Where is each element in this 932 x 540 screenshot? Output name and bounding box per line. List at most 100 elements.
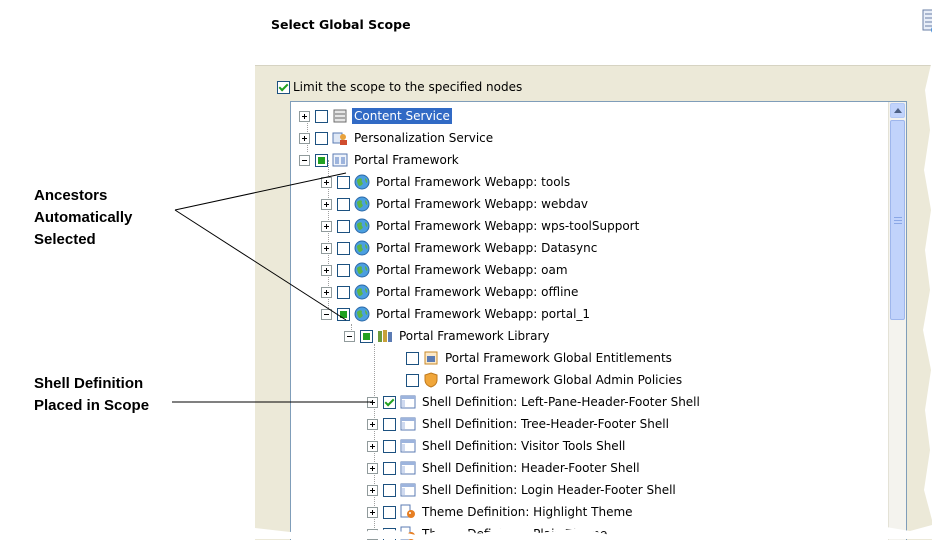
theme-icon <box>400 504 416 520</box>
tree-node-label[interactable]: Content Service <box>352 108 452 124</box>
node-checkbox[interactable] <box>383 462 396 475</box>
node-checkbox[interactable] <box>315 110 328 123</box>
personalization-icon <box>332 130 348 146</box>
node-checkbox[interactable] <box>337 264 350 277</box>
node-checkbox[interactable] <box>315 154 328 167</box>
page-title: Select Global Scope <box>271 17 411 32</box>
shield-icon <box>423 372 439 388</box>
tree-node-label[interactable]: Shell Definition: Header-Footer Shell <box>420 460 642 476</box>
collapse-icon[interactable] <box>321 309 332 320</box>
tree-node-label[interactable]: Shell Definition: Visitor Tools Shell <box>420 438 627 454</box>
node-checkbox[interactable] <box>337 242 350 255</box>
tree-node[interactable]: Shell Definition: Tree-Header-Footer She… <box>367 414 671 434</box>
tree-node-label[interactable]: Portal Framework Webapp: oam <box>374 262 570 278</box>
select-global-scope-panel: Select Global Scope Limit the scope to t… <box>255 0 932 539</box>
expand-icon[interactable] <box>367 529 378 540</box>
tree-node-label[interactable]: Portal Framework Global Admin Policies <box>443 372 684 388</box>
tree-node-label[interactable]: Personalization Service <box>352 130 495 146</box>
callout-ancestors-line-3: Selected <box>34 229 132 251</box>
node-checkbox[interactable] <box>406 374 419 387</box>
node-checkbox[interactable] <box>337 308 350 321</box>
expand-icon[interactable] <box>367 485 378 496</box>
tree-node-label[interactable]: Portal Framework Webapp: offline <box>374 284 580 300</box>
node-checkbox[interactable] <box>383 440 396 453</box>
tree-vertical-scrollbar[interactable] <box>888 102 906 540</box>
tree-node[interactable]: Theme Definition: Plain Theme <box>367 524 609 540</box>
collapse-icon[interactable] <box>299 155 310 166</box>
tree-node-label[interactable]: Portal Framework Webapp: wps-toolSupport <box>374 218 641 234</box>
node-checkbox[interactable] <box>383 506 396 519</box>
scope-tree[interactable]: Content Service Personalization Service Po… <box>290 101 907 540</box>
tree-node-label[interactable]: Portal Framework Webapp: Datasync <box>374 240 599 256</box>
tree-node[interactable]: Portal Framework Global Entitlements <box>390 348 674 368</box>
node-checkbox[interactable] <box>315 132 328 145</box>
tree-node[interactable]: Portal Framework Global Admin Policies <box>390 370 684 390</box>
node-checkbox[interactable] <box>406 352 419 365</box>
expand-icon[interactable] <box>367 397 378 408</box>
shell-icon <box>400 416 416 432</box>
tree-node-label[interactable]: Shell Definition: Tree-Header-Footer She… <box>420 416 671 432</box>
tree-node[interactable]: Shell Definition: Left-Pane-Header-Foote… <box>367 392 702 412</box>
globe-icon <box>354 240 370 256</box>
node-checkbox[interactable] <box>383 484 396 497</box>
scroll-thumb[interactable] <box>890 120 905 320</box>
tree-node-label[interactable]: Portal Framework Webapp: tools <box>374 174 572 190</box>
tree-node-label[interactable]: Portal Framework Global Entitlements <box>443 350 674 366</box>
expand-icon[interactable] <box>321 243 332 254</box>
tree-node-label[interactable]: Portal Framework Webapp: portal_1 <box>374 306 592 322</box>
tree-node[interactable]: Shell Definition: Login Header-Footer Sh… <box>367 480 678 500</box>
tree-node[interactable]: Personalization Service <box>299 128 495 148</box>
callout-ancestors-line-2: Automatically <box>34 207 132 229</box>
limit-scope-row[interactable]: Limit the scope to the specified nodes <box>277 80 522 94</box>
expand-icon[interactable] <box>367 419 378 430</box>
node-checkbox[interactable] <box>337 286 350 299</box>
expand-icon[interactable] <box>321 221 332 232</box>
node-checkbox[interactable] <box>383 396 396 409</box>
tree-node[interactable]: Portal Framework Webapp: portal_1 <box>321 304 592 324</box>
expand-icon[interactable] <box>367 463 378 474</box>
tree-node[interactable]: Portal Framework Library <box>344 326 552 346</box>
callout-shell-line-2: Placed in Scope <box>34 395 149 417</box>
tree-node[interactable]: Shell Definition: Header-Footer Shell <box>367 458 642 478</box>
node-checkbox[interactable] <box>337 176 350 189</box>
tree-node[interactable]: Shell Definition: Visitor Tools Shell <box>367 436 627 456</box>
node-checkbox[interactable] <box>383 418 396 431</box>
shell-icon <box>400 438 416 454</box>
callout-shell-line-1: Shell Definition <box>34 373 149 395</box>
node-checkbox[interactable] <box>337 198 350 211</box>
node-checkbox[interactable] <box>337 220 350 233</box>
node-checkbox[interactable] <box>360 330 373 343</box>
expand-icon[interactable] <box>321 199 332 210</box>
tree-node[interactable]: Portal Framework Webapp: oam <box>321 260 570 280</box>
tree-node-label[interactable]: Shell Definition: Login Header-Footer Sh… <box>420 482 678 498</box>
expand-icon[interactable] <box>321 287 332 298</box>
shell-icon <box>400 460 416 476</box>
expand-icon[interactable] <box>299 111 310 122</box>
expand-icon[interactable] <box>367 441 378 452</box>
tree-node-label[interactable]: Portal Framework <box>352 152 461 168</box>
expand-icon[interactable] <box>299 133 310 144</box>
tree-node-label[interactable]: Theme Definition: Plain Theme <box>420 526 609 540</box>
collapse-icon[interactable] <box>344 331 355 342</box>
scroll-up-button[interactable] <box>890 103 905 118</box>
tree-node[interactable]: Theme Definition: Highlight Theme <box>367 502 635 522</box>
expand-icon[interactable] <box>321 265 332 276</box>
tree-node[interactable]: Portal Framework <box>299 150 461 170</box>
tree-node[interactable]: Portal Framework Webapp: offline <box>321 282 580 302</box>
tree-node[interactable]: Portal Framework Webapp: wps-toolSupport <box>321 216 641 236</box>
limit-scope-checkbox[interactable] <box>277 81 290 94</box>
portal-framework-icon <box>332 152 348 168</box>
tree-node[interactable]: Content Service <box>299 106 452 126</box>
tree-node[interactable]: Portal Framework Webapp: webdav <box>321 194 590 214</box>
expand-icon[interactable] <box>321 177 332 188</box>
node-checkbox[interactable] <box>383 528 396 540</box>
tree-node-label[interactable]: Shell Definition: Left-Pane-Header-Foote… <box>420 394 702 410</box>
expand-icon[interactable] <box>367 507 378 518</box>
tree-node-label[interactable]: Portal Framework Webapp: webdav <box>374 196 590 212</box>
entitlements-icon <box>423 350 439 366</box>
tree-node[interactable]: Portal Framework Webapp: Datasync <box>321 238 599 258</box>
tree-node[interactable]: Portal Framework Webapp: tools <box>321 172 572 192</box>
library-icon <box>377 328 393 344</box>
tree-node-label[interactable]: Portal Framework Library <box>397 328 552 344</box>
tree-node-label[interactable]: Theme Definition: Highlight Theme <box>420 504 635 520</box>
